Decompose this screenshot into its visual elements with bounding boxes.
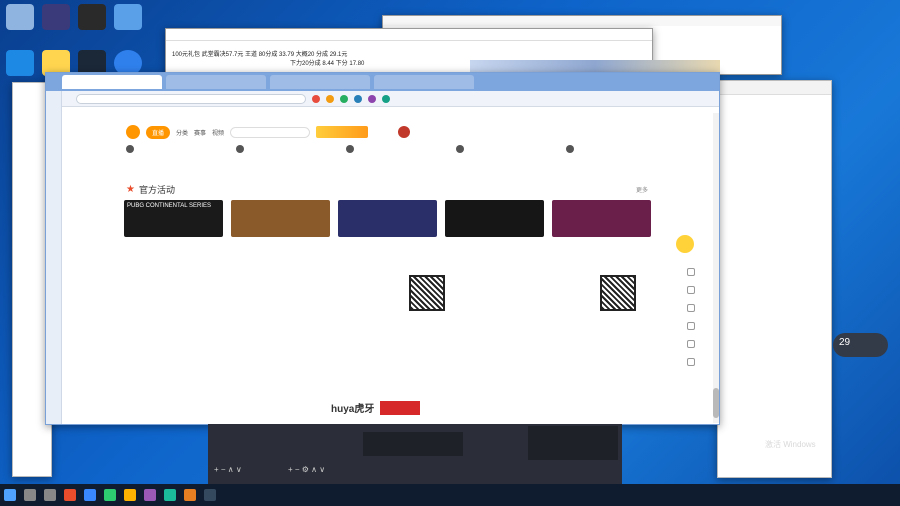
obs-window[interactable]: + − ∧ ∨ + − ⚙ ∧ ∨ bbox=[208, 424, 622, 484]
nav-item-category[interactable]: 分类 bbox=[176, 128, 188, 137]
nav-live-button[interactable]: 直播 bbox=[146, 125, 171, 139]
desktop-icon-app3[interactable] bbox=[78, 4, 106, 30]
more-link[interactable]: 更多 bbox=[636, 185, 648, 194]
huya-footer-logo: huya虎牙 bbox=[331, 404, 375, 415]
taskbar-app-icon[interactable] bbox=[144, 489, 156, 501]
tag-item[interactable] bbox=[126, 145, 226, 153]
tag-item[interactable] bbox=[236, 145, 336, 153]
browser-window[interactable]: 直播 分类 赛事 视频 ★ 官方活动 更多 PUBG CONTINENTAL S… bbox=[45, 72, 720, 425]
desktop-icon-app2[interactable] bbox=[42, 4, 70, 30]
right-window-titlebar bbox=[718, 81, 831, 95]
ext-icon-3[interactable] bbox=[340, 94, 348, 103]
taskbar-app-icon[interactable] bbox=[104, 489, 116, 501]
obs-audio-mixer bbox=[363, 432, 463, 456]
explorer-title bbox=[383, 16, 781, 26]
side-tool-icon[interactable] bbox=[687, 358, 695, 366]
taskbar-app-icon[interactable] bbox=[124, 489, 136, 501]
scrollbar-thumb[interactable] bbox=[713, 388, 719, 418]
obs-source-controls[interactable]: + − ⚙ ∧ ∨ bbox=[288, 465, 325, 474]
taskbar-app-icon[interactable] bbox=[84, 489, 96, 501]
tag-avatar-icon bbox=[346, 145, 354, 153]
temperature-widget[interactable]: 29 bbox=[833, 333, 888, 357]
task-view-icon[interactable] bbox=[44, 489, 56, 501]
tag-avatar-icon bbox=[456, 145, 464, 153]
activity-thumb-2[interactable] bbox=[231, 200, 330, 237]
search-icon[interactable] bbox=[24, 489, 36, 501]
taskbar-app-icon[interactable] bbox=[204, 489, 216, 501]
mascot-icon[interactable] bbox=[674, 233, 696, 255]
tag-avatar-icon bbox=[566, 145, 574, 153]
tag-item[interactable] bbox=[566, 145, 666, 153]
notepad-title bbox=[166, 29, 652, 41]
section-title-text: 官方活动 bbox=[138, 185, 175, 195]
tag-item[interactable] bbox=[456, 145, 556, 153]
desktop-icon-cloud[interactable] bbox=[114, 4, 142, 30]
background-window-right[interactable] bbox=[717, 80, 832, 478]
side-tool-icon[interactable] bbox=[687, 268, 695, 276]
activity-thumb-5[interactable] bbox=[552, 200, 651, 237]
browser-tab-3[interactable] bbox=[270, 75, 370, 89]
recent-tags bbox=[126, 145, 666, 153]
browser-sidebar bbox=[46, 91, 62, 424]
activation-line-1: 激活 Windows bbox=[765, 440, 816, 449]
ext-icon-2[interactable] bbox=[326, 94, 334, 103]
tag-avatar-icon bbox=[236, 145, 244, 153]
side-tool-icon[interactable] bbox=[687, 340, 695, 348]
obs-button-panel bbox=[528, 426, 618, 460]
side-toolbar bbox=[683, 268, 699, 366]
temperature-value: 29 bbox=[839, 337, 851, 348]
ext-icon-1[interactable] bbox=[312, 94, 320, 103]
taskbar bbox=[0, 484, 900, 506]
nav-item-events[interactable]: 赛事 bbox=[194, 128, 206, 137]
browser-tab-strip bbox=[46, 73, 719, 91]
huya-logo-icon bbox=[126, 125, 140, 139]
user-avatar[interactable] bbox=[398, 126, 411, 138]
browser-toolbar bbox=[46, 91, 719, 107]
activity-thumbnails: PUBG CONTINENTAL SERIES bbox=[124, 200, 651, 237]
app-qr-code bbox=[409, 275, 445, 311]
footer-brand: huya虎牙 bbox=[331, 400, 421, 415]
tag-item[interactable] bbox=[346, 145, 446, 153]
section-title: ★ 官方活动 bbox=[126, 183, 175, 196]
activity-thumb-1[interactable]: PUBG CONTINENTAL SERIES bbox=[124, 200, 223, 237]
ext-icon-5[interactable] bbox=[368, 94, 376, 103]
site-search-input[interactable] bbox=[230, 126, 311, 138]
ext-icon-4[interactable] bbox=[354, 94, 362, 103]
desktop-icon-recycle[interactable] bbox=[6, 4, 34, 30]
start-icon[interactable] bbox=[4, 489, 16, 501]
taskbar-app-icon[interactable] bbox=[164, 489, 176, 501]
ext-icon-6[interactable] bbox=[382, 94, 390, 103]
windows-activation-watermark: 激活 Windows bbox=[765, 440, 816, 450]
browser-tab-2[interactable] bbox=[166, 75, 266, 89]
notepad-menu[interactable] bbox=[166, 41, 652, 49]
obs-scene-controls[interactable]: + − ∧ ∨ bbox=[214, 465, 242, 474]
desktop-icon-mail[interactable] bbox=[6, 50, 34, 76]
activity-thumb-3[interactable] bbox=[338, 200, 437, 237]
notepad-line-1: 100元礼包 武堂霸决57.7元 王道 80分成 33.79 大概20 分成 2… bbox=[172, 52, 348, 58]
footer-badge[interactable] bbox=[380, 400, 421, 415]
activity-thumb-4[interactable] bbox=[445, 200, 544, 237]
page-scrollbar[interactable] bbox=[713, 113, 719, 423]
wechat-qr-code bbox=[600, 275, 636, 311]
promo-banner[interactable] bbox=[316, 126, 369, 138]
nav-item-video[interactable]: 视频 bbox=[212, 128, 224, 137]
activity-thumb-label: PUBG CONTINENTAL SERIES bbox=[127, 203, 212, 209]
huya-logo[interactable] bbox=[126, 125, 140, 139]
star-icon: ★ bbox=[126, 184, 135, 195]
tag-avatar-icon bbox=[126, 145, 134, 153]
taskbar-app-icon[interactable] bbox=[184, 489, 196, 501]
side-tool-icon[interactable] bbox=[687, 304, 695, 312]
side-tool-icon[interactable] bbox=[687, 322, 695, 330]
side-tool-icon[interactable] bbox=[687, 286, 695, 294]
site-nav: 直播 分类 赛事 视频 bbox=[126, 125, 416, 139]
address-bar[interactable] bbox=[76, 93, 306, 104]
taskbar-app-icon[interactable] bbox=[64, 489, 76, 501]
browser-tab-1[interactable] bbox=[62, 75, 162, 89]
browser-tab-4[interactable] bbox=[374, 75, 474, 89]
